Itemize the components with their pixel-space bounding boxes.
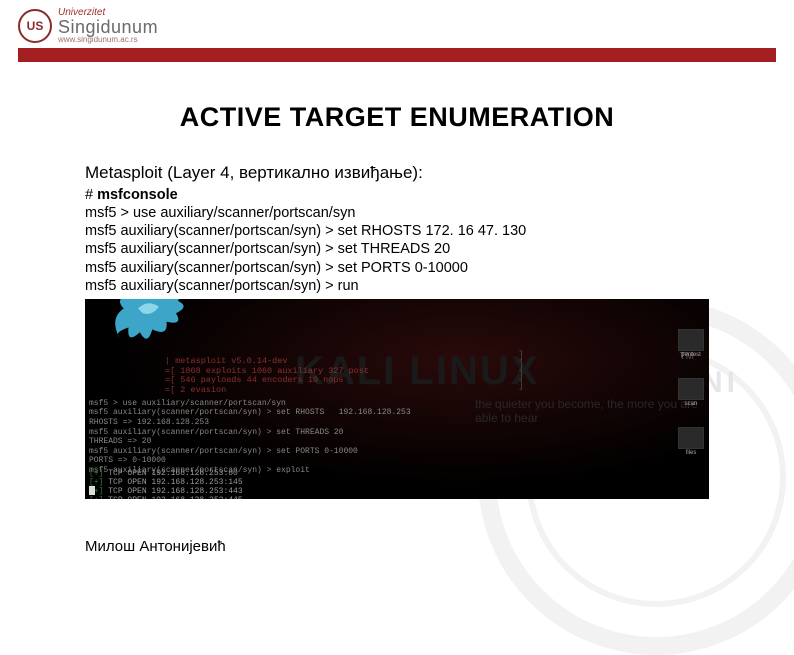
terminal-output: msf5 > use auxiliary/scanner/portscan/sy… <box>89 399 411 476</box>
desktop-item: files <box>677 427 705 456</box>
logo-emblem-icon: US <box>18 9 52 43</box>
plus-icon: [+] <box>89 469 103 478</box>
msf-banner: | metasploit v5.0.14-dev =[ 1868 exploit… <box>165 357 369 396</box>
code-line-1: # msfconsole <box>85 186 709 204</box>
code-line-6: msf5 auxiliary(scanner/portscan/syn) > r… <box>85 277 709 295</box>
result-text: TCP OPEN 192.168.128.253:145 <box>108 478 242 487</box>
msf-banner-line: =[ 2 evasion <box>165 386 369 396</box>
logo-name: Singidunum <box>58 18 158 36</box>
folder-icon <box>678 427 704 449</box>
code-line-5: msf5 auxiliary(scanner/portscan/syn) > s… <box>85 259 709 277</box>
code-cmd: msfconsole <box>97 187 178 203</box>
result-line: [+] TCP OPEN 192.168.128.253:443 <box>89 487 243 496</box>
result-text: TCP OPEN 192.168.128.253:443 <box>108 487 242 496</box>
terminal-screenshot: KALI LINUX the quieter you become, the m… <box>85 299 709 499</box>
code-hash: # <box>85 187 97 203</box>
code-line-3: msf5 auxiliary(scanner/portscan/syn) > s… <box>85 222 709 240</box>
author-label: Милош Антонијевић <box>85 538 226 555</box>
header: US Univerzitet Singidunum www.singidunum… <box>0 0 794 44</box>
slide-title: ACTIVE TARGET ENUMERATION <box>0 102 794 133</box>
code-line-2: msf5 > use auxiliary/scanner/portscan/sy… <box>85 204 709 222</box>
cursor-icon <box>89 486 95 495</box>
kali-slogan: the quieter you become, the more you are… <box>475 397 709 425</box>
desktop-label: files <box>686 450 697 456</box>
result-line: [+] TCP OPEN 192.168.128.253:145 <box>89 478 243 487</box>
result-text: TCP OPEN 192.168.128.253:80 <box>108 469 238 478</box>
desktop-label: scan <box>685 401 698 407</box>
bracket-decoration: ]]]] <box>518 352 524 392</box>
folder-icon <box>678 378 704 400</box>
code-line-4: msf5 auxiliary(scanner/portscan/syn) > s… <box>85 240 709 258</box>
logo-emblem-text: US <box>27 19 44 33</box>
terminal-results: [+] TCP OPEN 192.168.128.253:80 [+] TCP … <box>89 469 243 499</box>
logo: US Univerzitet Singidunum www.singidunum… <box>18 8 794 44</box>
dragon-icon <box>100 299 195 356</box>
subtitle: Metasploit (Layer 4, вертикално извиђање… <box>85 163 709 183</box>
desktop-item: scan <box>677 378 705 407</box>
result-line: [+] TCP OPEN 192.168.128.253:80 <box>89 469 243 478</box>
plus-icon: [+] <box>89 496 103 498</box>
content-block: Metasploit (Layer 4, вертикално извиђање… <box>85 163 709 295</box>
result-text: TCP OPEN 192.168.128.253:445 <box>108 496 242 498</box>
desktop-icons: pentest scan files <box>677 329 705 456</box>
logo-text: Univerzitet Singidunum www.singidunum.ac… <box>58 8 158 44</box>
desktop-item: pentest <box>677 329 705 358</box>
header-bar <box>18 48 776 62</box>
folder-icon <box>678 329 704 351</box>
code-block: # msfconsole msf5 > use auxiliary/scanne… <box>85 186 709 295</box>
logo-url: www.singidunum.ac.rs <box>58 36 158 44</box>
result-line: [+] TCP OPEN 192.168.128.253:445 <box>89 496 243 498</box>
desktop-label: pentest <box>681 352 701 358</box>
